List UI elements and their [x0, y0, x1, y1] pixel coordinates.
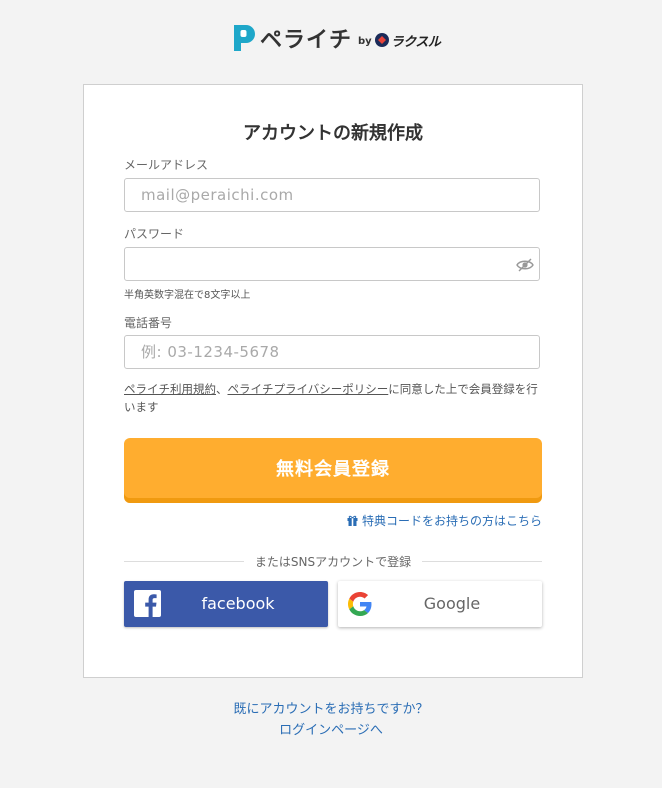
- partner-name: ラクスル: [390, 34, 441, 50]
- raksul-logo-icon: [374, 33, 389, 47]
- site-logo[interactable]: ペライチ by ラクスル: [232, 20, 442, 56]
- facebook-label: facebook: [201, 594, 275, 613]
- sns-divider: またはSNSアカウントで登録: [124, 553, 542, 569]
- password-input[interactable]: [124, 247, 540, 281]
- password-hint: 半角英数字混在で8文字以上: [124, 290, 251, 301]
- form-title: アカウントの新規作成: [243, 123, 423, 144]
- privacy-policy-link[interactable]: ペライチプライバシーポリシー: [228, 382, 389, 396]
- phone-input[interactable]: [124, 335, 540, 369]
- brand-name: ペライチ: [260, 28, 353, 53]
- terms-separator: 、: [216, 382, 228, 396]
- special-code-link[interactable]: 特典コードをお持ちの方はこちら: [347, 512, 542, 529]
- terms-of-service-link[interactable]: ペライチ利用規約: [124, 382, 216, 396]
- google-signup-button[interactable]: Google: [338, 581, 542, 627]
- special-code-label: 特典コードをお持ちの方はこちら: [361, 514, 542, 528]
- phone-label: 電話番号: [124, 316, 173, 330]
- terms-text: ペライチ利用規約、ペライチプライバシーポリシーに同意した上で会員登録を行います: [124, 380, 544, 416]
- email-input[interactable]: [124, 178, 540, 212]
- password-label: パスワード: [124, 227, 185, 241]
- free-register-button[interactable]: 無料会員登録: [124, 438, 542, 498]
- facebook-signup-button[interactable]: facebook: [124, 581, 328, 627]
- gift-icon: [347, 515, 358, 526]
- google-label: Google: [423, 594, 481, 613]
- has-account-link[interactable]: 既にアカウントをお持ちですか？: [0, 698, 662, 717]
- peraichi-logo-icon: [234, 25, 255, 51]
- login-page-link[interactable]: ログインページへ: [0, 719, 662, 738]
- eye-slash-icon[interactable]: [516, 258, 534, 272]
- sns-divider-label: またはSNSアカウントで登録: [244, 555, 422, 569]
- signup-card: アカウントの新規作成 メールアドレス パスワード 半角英数字混在で8文字以上 電…: [83, 84, 583, 678]
- email-label: メールアドレス: [124, 158, 209, 172]
- brand-by: by: [358, 35, 372, 47]
